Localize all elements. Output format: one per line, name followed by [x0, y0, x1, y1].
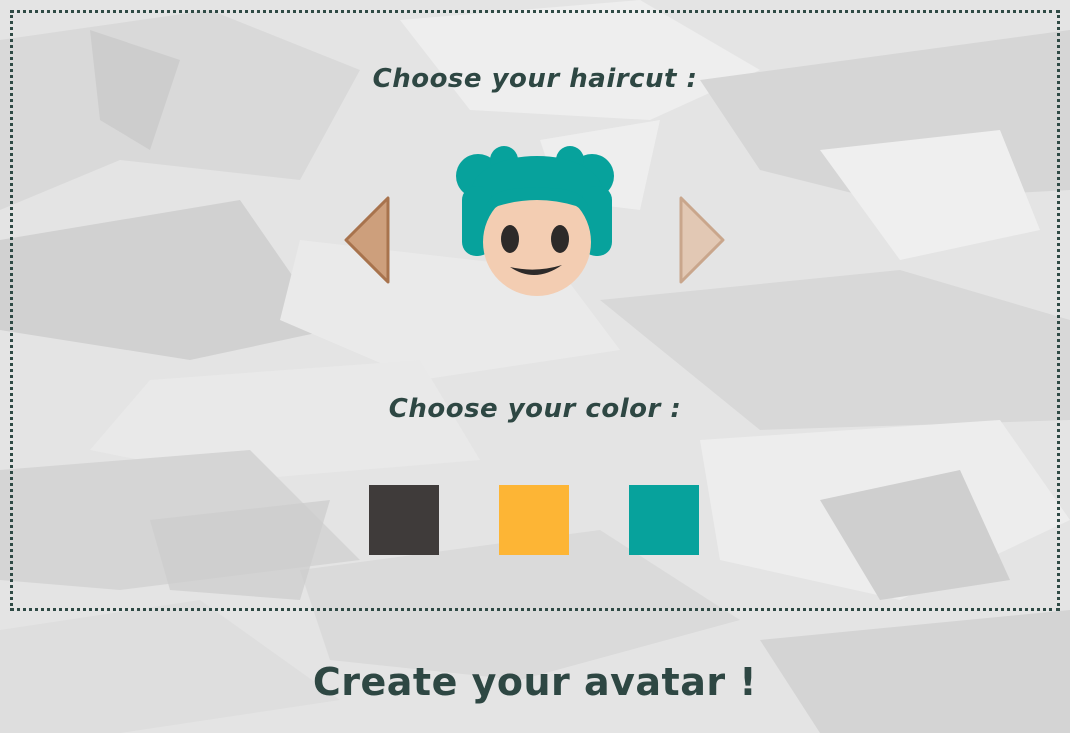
color-heading: Choose your color :: [388, 394, 682, 424]
color-swatch-yellow[interactable]: [499, 485, 569, 555]
next-haircut-button[interactable]: [676, 194, 728, 286]
avatar-right-eye: [551, 225, 569, 253]
triangle-right-icon: [679, 196, 725, 284]
triangle-left-icon: [344, 196, 390, 284]
avatar-preview: [456, 146, 614, 296]
haircut-heading: Choose your haircut :: [372, 64, 698, 94]
avatar-left-eye: [501, 225, 519, 253]
previous-haircut-button[interactable]: [342, 194, 392, 286]
color-swatch-dark-gray[interactable]: [369, 485, 439, 555]
color-swatch-teal[interactable]: [629, 485, 699, 555]
create-avatar-button[interactable]: Create your avatar !: [0, 660, 1070, 704]
